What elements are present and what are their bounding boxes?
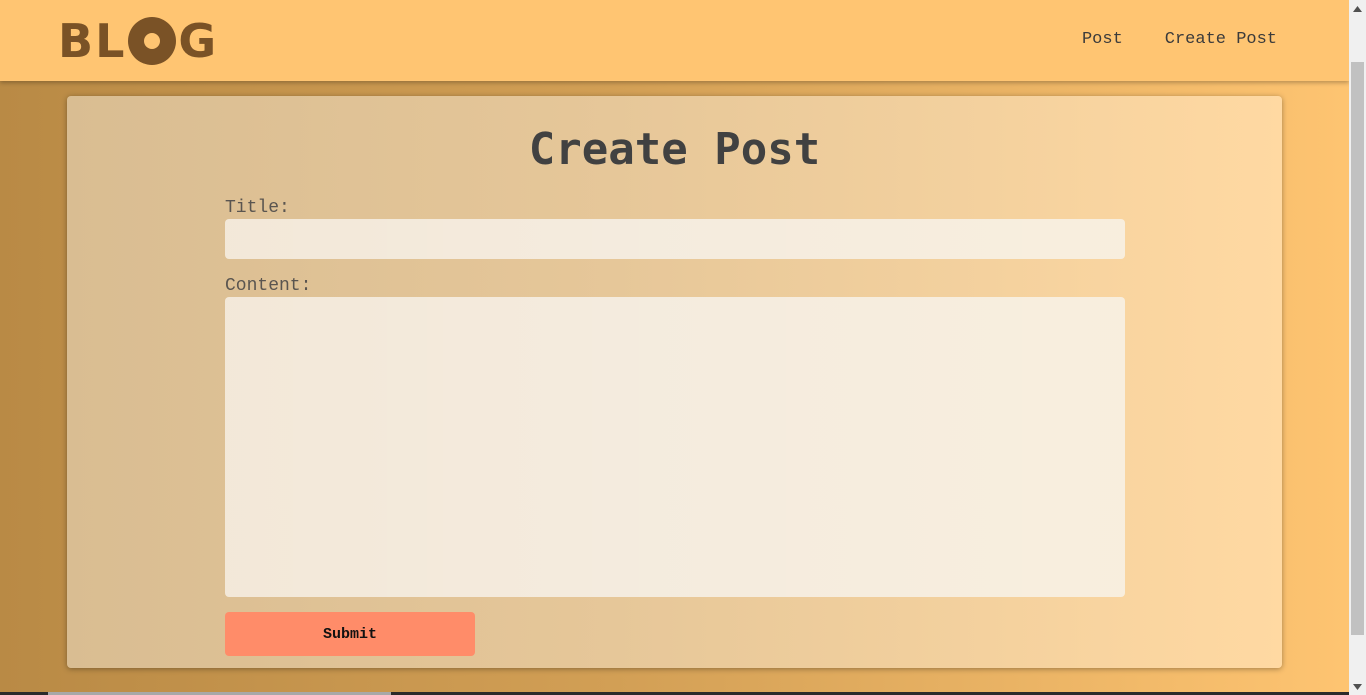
- nav-link-create-post[interactable]: Create Post: [1165, 30, 1277, 50]
- ring-icon: [128, 17, 177, 65]
- scrollbar-thumb[interactable]: [1351, 62, 1364, 635]
- vertical-scrollbar[interactable]: [1349, 0, 1366, 695]
- submit-button[interactable]: Submit: [225, 612, 475, 656]
- title-input[interactable]: [225, 219, 1125, 259]
- logo-letter-b: B: [58, 14, 96, 68]
- nav-link-post[interactable]: Post: [1082, 30, 1123, 50]
- content-textarea[interactable]: [225, 297, 1125, 597]
- triangle-up-icon[interactable]: [1349, 0, 1366, 17]
- triangle-down-icon[interactable]: [1349, 678, 1366, 695]
- content-label: Content:: [225, 276, 312, 296]
- page-title: Create Post: [528, 124, 821, 175]
- logo-letter-g: G: [178, 14, 219, 68]
- main-nav: Post Create Post: [1082, 30, 1277, 50]
- title-label: Title:: [225, 198, 290, 218]
- top-navbar: B L G Post Create Post: [0, 0, 1349, 81]
- logo-letter-l: L: [95, 14, 127, 68]
- blog-logo[interactable]: B L G: [58, 16, 218, 66]
